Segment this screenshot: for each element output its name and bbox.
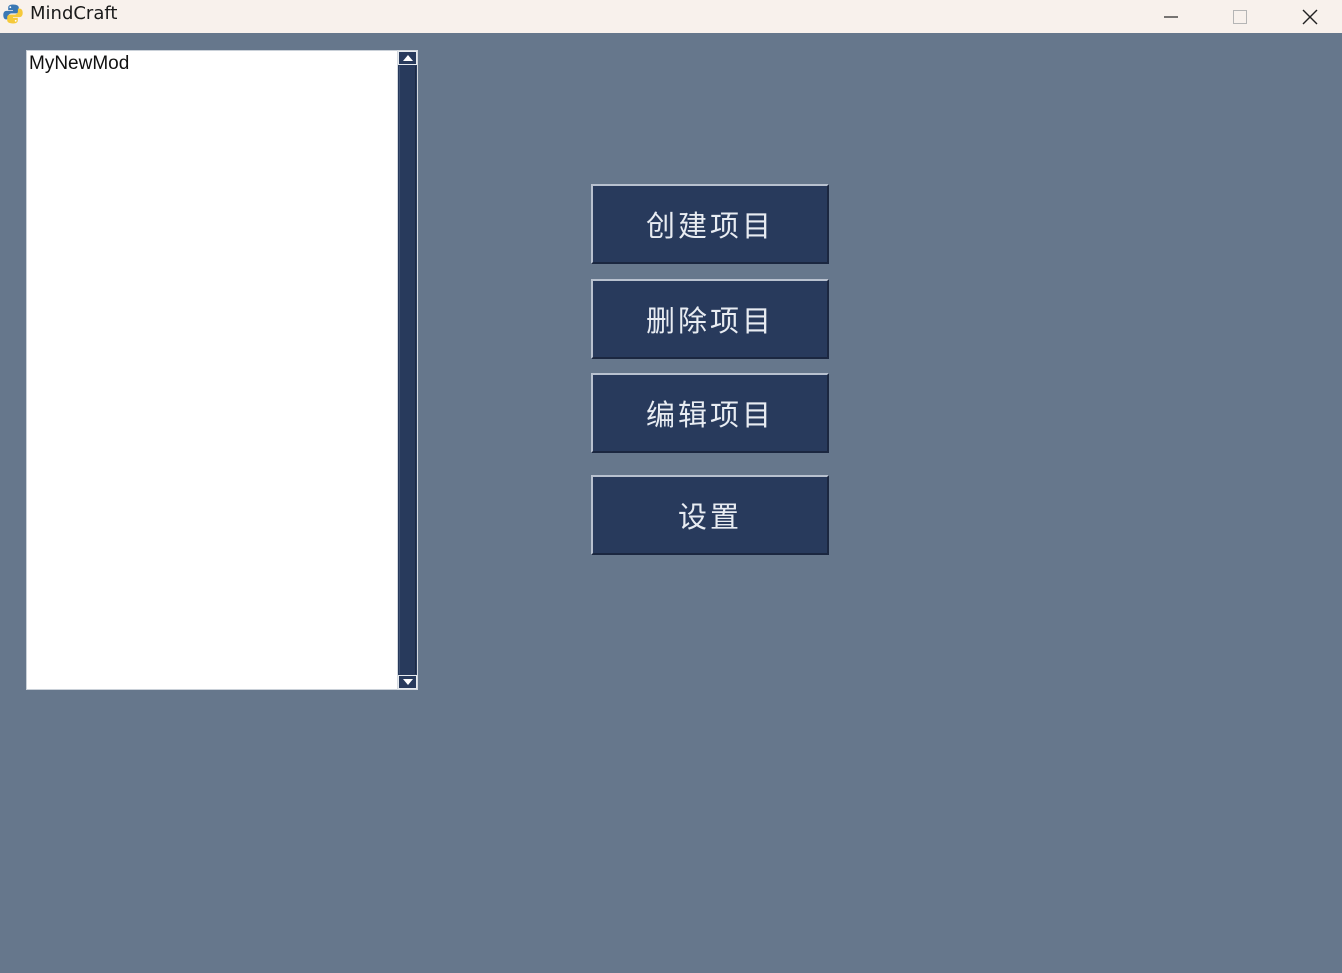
project-listbox[interactable]: MyNewMod [26,50,398,690]
close-button[interactable] [1275,0,1342,33]
scroll-down-button[interactable] [398,675,417,689]
minimize-button[interactable] [1136,0,1206,33]
python-icon [3,4,23,24]
scroll-thumb[interactable] [399,66,416,674]
create-project-button[interactable]: 创建项目 [591,184,829,264]
maximize-button[interactable] [1205,0,1275,33]
arrow-down-icon [402,679,413,685]
minimize-icon [1164,15,1178,18]
window-title: MindCraft [30,3,118,24]
title-bar: MindCraft [0,0,1342,33]
list-scrollbar[interactable] [397,50,418,690]
delete-project-button[interactable]: 删除项目 [591,279,829,359]
settings-button[interactable]: 设置 [591,475,829,555]
close-icon [1302,9,1318,24]
list-item[interactable]: MyNewMod [28,53,130,75]
arrow-up-icon [402,55,413,61]
maximize-icon [1233,9,1247,24]
scroll-up-button[interactable] [398,51,417,65]
edit-project-button[interactable]: 编辑项目 [591,373,829,453]
